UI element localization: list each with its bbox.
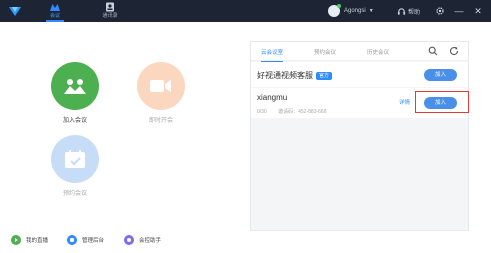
official-badge: 官方: [316, 72, 333, 80]
schedule-meeting-circle[interactable]: [51, 135, 99, 183]
shortcut-assistant-label: 会控助手: [139, 238, 162, 244]
panel-tabs: 云会议室 预约会议 历史会议: [251, 42, 468, 62]
close-icon: ✕: [474, 6, 482, 16]
app-logo-icon: [9, 7, 21, 16]
schedule-meeting-label: 预约会议: [62, 191, 87, 197]
help-label: 帮助: [408, 9, 421, 16]
search-icon[interactable]: [428, 46, 438, 56]
video-camera-icon: [150, 80, 171, 92]
participant-count: 0/30: [257, 109, 267, 115]
join-meeting-circle[interactable]: [51, 62, 99, 110]
calendar-icon: [65, 150, 85, 168]
join-meeting-label: 加入会议: [62, 118, 87, 124]
gear-icon: [436, 7, 444, 15]
room-name: 好视通视频客服: [257, 71, 313, 80]
details-link[interactable]: 详情: [399, 98, 410, 106]
list-item: 好视通视频客服 官方 加入: [251, 62, 468, 87]
minimize-icon: —: [454, 6, 464, 16]
chevron-down-icon: ▼: [368, 8, 374, 14]
highlight-box: [415, 91, 469, 113]
shortcut-assistant[interactable]: 会控助手: [124, 235, 161, 245]
nav-meeting[interactable]: 会议: [40, 2, 70, 22]
room-meta: 0/30 邀请码：452-883-668: [257, 108, 326, 115]
instant-meeting-tile[interactable]: 即时开会: [136, 62, 186, 124]
nav-contacts-label: 通讯录: [102, 13, 118, 19]
headset-icon: [397, 7, 406, 15]
room-name: xiangmu: [257, 93, 288, 102]
shortcut-my-live[interactable]: 我的直播: [11, 235, 48, 245]
help-button[interactable]: 帮助: [397, 5, 420, 17]
admin-icon: [67, 235, 77, 245]
shortcut-admin[interactable]: 管理后台: [67, 235, 104, 245]
join-meeting-tile[interactable]: 加入会议: [50, 62, 100, 124]
refresh-icon[interactable]: [449, 46, 459, 56]
join-button[interactable]: 加入: [424, 69, 457, 81]
assistant-icon: [124, 235, 134, 245]
settings-button[interactable]: [434, 5, 446, 17]
avatar: [328, 4, 341, 17]
minimize-button[interactable]: —: [453, 5, 465, 17]
nav-contacts[interactable]: 通讯录: [95, 2, 125, 22]
user-menu[interactable]: Agongsi ▼: [328, 4, 374, 18]
play-icon: [11, 235, 21, 245]
tab-scheduled[interactable]: 预约会议: [314, 48, 336, 56]
shortcut-my-live-label: 我的直播: [26, 238, 49, 244]
nav-meeting-label: 会议: [49, 13, 60, 19]
room-name-row: 好视通视频客服 官方: [257, 70, 333, 81]
schedule-meeting-tile[interactable]: 预约会议: [50, 135, 100, 197]
meeting-icon: [50, 4, 60, 11]
instant-meeting-label: 即时开会: [148, 118, 173, 124]
username: Agongsi: [344, 8, 366, 14]
title-bar: 会议 通讯录 Agongsi ▼ 帮助 — ✕: [0, 0, 491, 22]
close-button[interactable]: ✕: [472, 5, 484, 17]
contacts-icon: [106, 2, 114, 12]
tab-cloud-rooms[interactable]: 云会议室: [261, 48, 284, 62]
tab-history[interactable]: 历史会议: [367, 48, 389, 56]
invite-code: 邀请码：452-883-668: [278, 109, 327, 115]
instant-meeting-circle[interactable]: [137, 62, 185, 110]
meeting-room-panel: 云会议室 预约会议 历史会议 好视通视频客服 官方 加入 xiangmu 0/30…: [250, 41, 469, 231]
shortcut-admin-label: 管理后台: [82, 238, 105, 244]
group-icon: [64, 79, 86, 94]
